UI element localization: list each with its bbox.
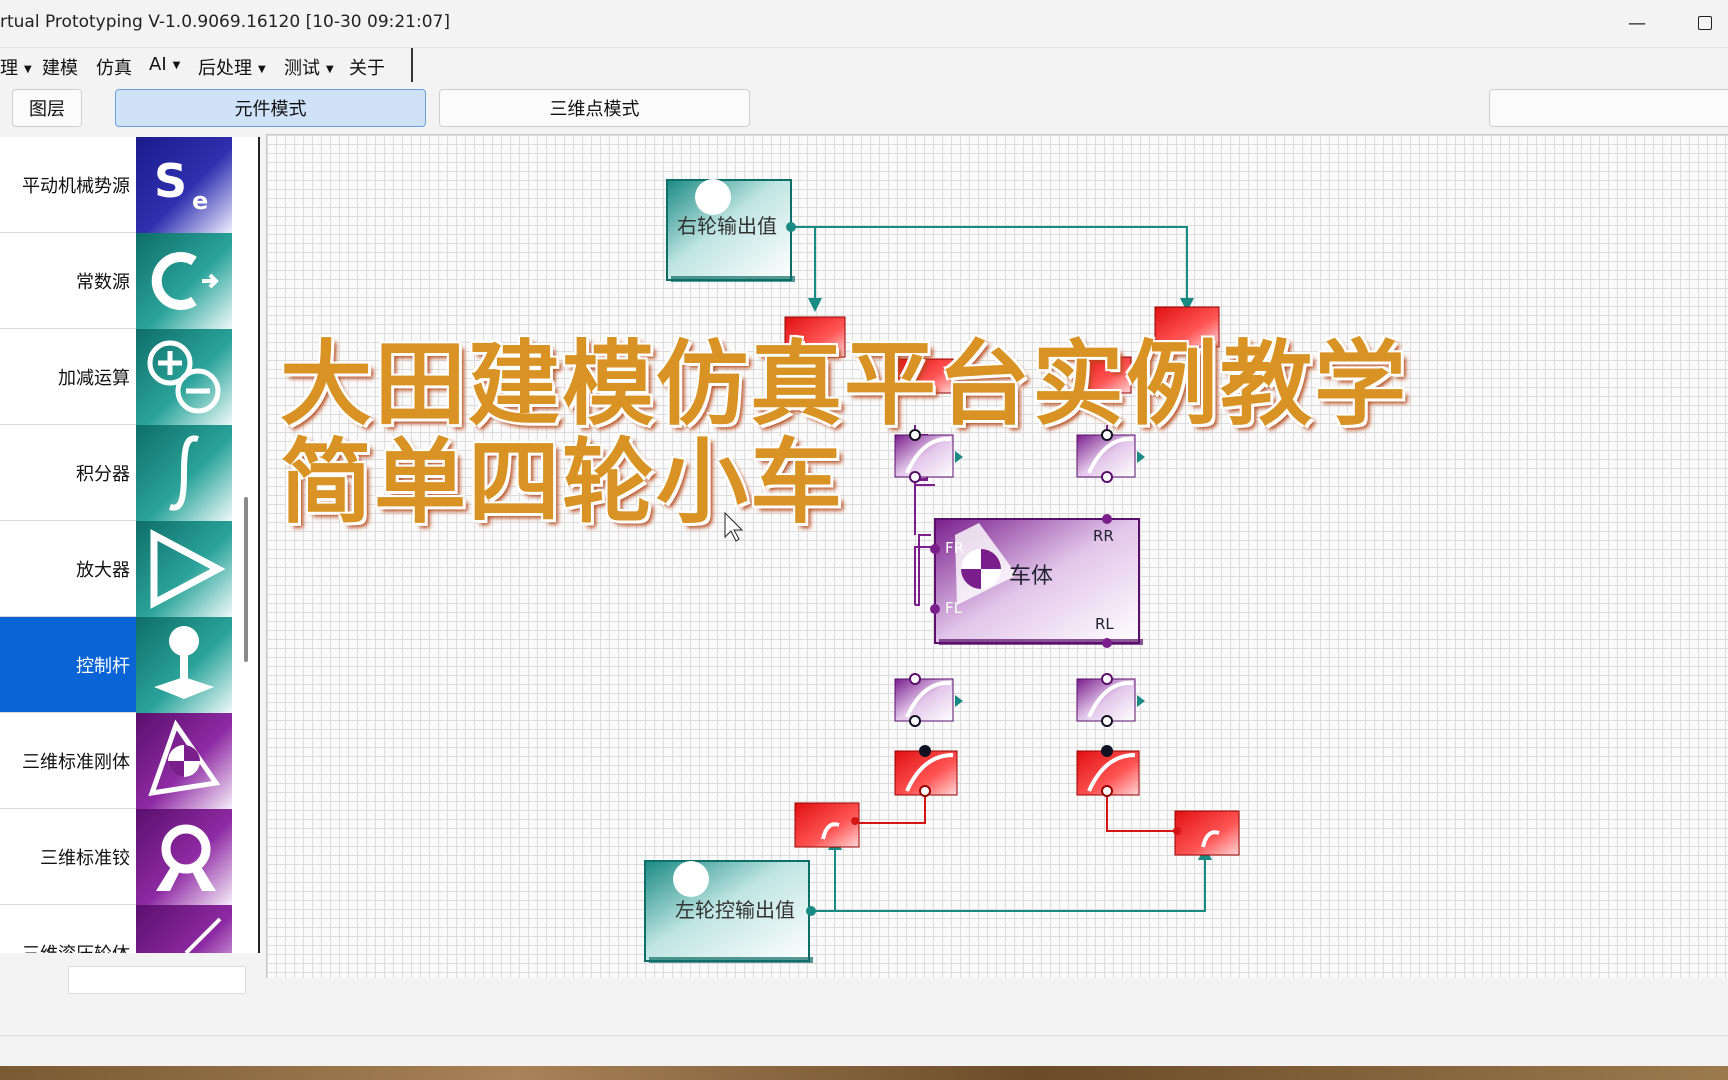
- maximize-icon: [1698, 16, 1712, 30]
- menu-item-postprocess[interactable]: 后处理 ▼: [198, 54, 266, 80]
- constant-source-icon: [136, 233, 232, 329]
- port-fl-label: FL: [945, 599, 963, 617]
- port-fr-label: FR: [945, 539, 964, 557]
- chevron-down-icon: ▼: [326, 64, 334, 75]
- layers-button[interactable]: 图层: [12, 89, 82, 127]
- wheel-fl-block[interactable]: [894, 673, 963, 727]
- car-body-label: 车体: [1009, 564, 1053, 589]
- window-title: rtual Prototyping V-1.0.9069.16120 [10-3…: [0, 12, 450, 32]
- right-output-label: 右轮输出值: [677, 214, 777, 238]
- roller-icon: [136, 905, 232, 953]
- port-rr-label: RR: [1093, 527, 1114, 545]
- menu-item-simulation[interactable]: 仿真: [96, 54, 132, 80]
- svg-text:S: S: [154, 154, 187, 208]
- palette-item-constant-source[interactable]: 常数源: [0, 233, 232, 329]
- palette-item-joystick[interactable]: 控制杆: [0, 617, 232, 713]
- menu-item-about[interactable]: 关于: [349, 54, 385, 80]
- palette-item-integrator[interactable]: 积分器: [0, 425, 232, 521]
- minimize-button[interactable]: —: [1614, 8, 1660, 38]
- model-canvas[interactable]: 右轮输出值 左轮控输出值 车体 FR FL RR RL: [266, 134, 1728, 978]
- palette-item-add-subtract[interactable]: 加减运算: [0, 329, 232, 425]
- desktop-background-strip: [0, 1066, 1728, 1080]
- point3d-mode-tab[interactable]: 三维点模式: [439, 89, 750, 127]
- menu-item-test[interactable]: 测试 ▼: [284, 54, 334, 80]
- component-mode-tab[interactable]: 元件模式: [115, 89, 426, 127]
- joystick-icon: [136, 617, 232, 713]
- wheel-rl-block[interactable]: [1076, 673, 1145, 727]
- wheel-fl-force-block[interactable]: [894, 745, 958, 797]
- maximize-button[interactable]: [1682, 8, 1728, 38]
- right-output-block[interactable]: 右轮输出值: [666, 179, 796, 282]
- left-rear-source-block[interactable]: [1173, 810, 1240, 856]
- palette-filter-field[interactable]: [68, 966, 246, 994]
- left-front-source-block[interactable]: [794, 802, 860, 848]
- component-palette: 平动机械势源 S e 常数源 加减运算 积分器 放大器 控制杆 三维标准刚体 三…: [0, 137, 260, 953]
- block-diagram: 右轮输出值 左轮控输出值 车体 FR FL RR RL: [644, 179, 1240, 963]
- svg-text:e: e: [192, 187, 208, 215]
- se-source-icon: S e: [136, 137, 232, 233]
- car-body-block[interactable]: 车体 FR FL RR RL: [930, 514, 1143, 648]
- palette-item-hinge[interactable]: 三维标准铰: [0, 809, 232, 905]
- left-output-block[interactable]: 左轮控输出值: [644, 860, 816, 963]
- minimize-icon: —: [1628, 12, 1646, 34]
- menu-item-manage[interactable]: 理 ▼: [0, 54, 32, 80]
- palette-item-se-source[interactable]: 平动机械势源 S e: [0, 137, 232, 233]
- overlay-title-line2: 简单四轮小车: [280, 429, 845, 536]
- toolbar: 图层 元件模式 三维点模式: [0, 82, 1728, 132]
- toolbar-search-field[interactable]: [1489, 89, 1728, 127]
- status-bar: [0, 1035, 1728, 1065]
- palette-item-roller[interactable]: 三维滚压轮体: [0, 905, 232, 953]
- port-rl-label: RL: [1095, 615, 1114, 633]
- app-window: rtual Prototyping V-1.0.9069.16120 [10-3…: [0, 0, 1728, 1080]
- rigid-body-icon: [136, 713, 232, 809]
- chevron-down-icon: ▼: [172, 60, 181, 71]
- menu-separator: [411, 48, 413, 82]
- menu-item-ai[interactable]: AI ▼: [149, 54, 180, 75]
- palette-item-rigid-body[interactable]: 三维标准刚体: [0, 713, 232, 809]
- hinge-icon: [136, 809, 232, 905]
- palette-scrollbar[interactable]: [244, 497, 248, 662]
- add-subtract-icon: [136, 329, 232, 425]
- palette-item-amplifier[interactable]: 放大器: [0, 521, 232, 617]
- integrator-icon: [136, 425, 232, 521]
- amplifier-icon: [136, 521, 232, 617]
- title-bar: rtual Prototyping V-1.0.9069.16120 [10-3…: [0, 0, 1728, 48]
- chevron-down-icon: ▼: [258, 64, 266, 75]
- chevron-down-icon: ▼: [24, 64, 32, 75]
- wheel-rl-force-block[interactable]: [1076, 745, 1140, 797]
- left-output-label: 左轮控输出值: [675, 898, 795, 922]
- menu-item-modeling[interactable]: 建模: [42, 54, 78, 80]
- menu-bar: 理 ▼ 建模 仿真 AI ▼ 后处理 ▼ 测试 ▼ 关于: [0, 48, 1728, 82]
